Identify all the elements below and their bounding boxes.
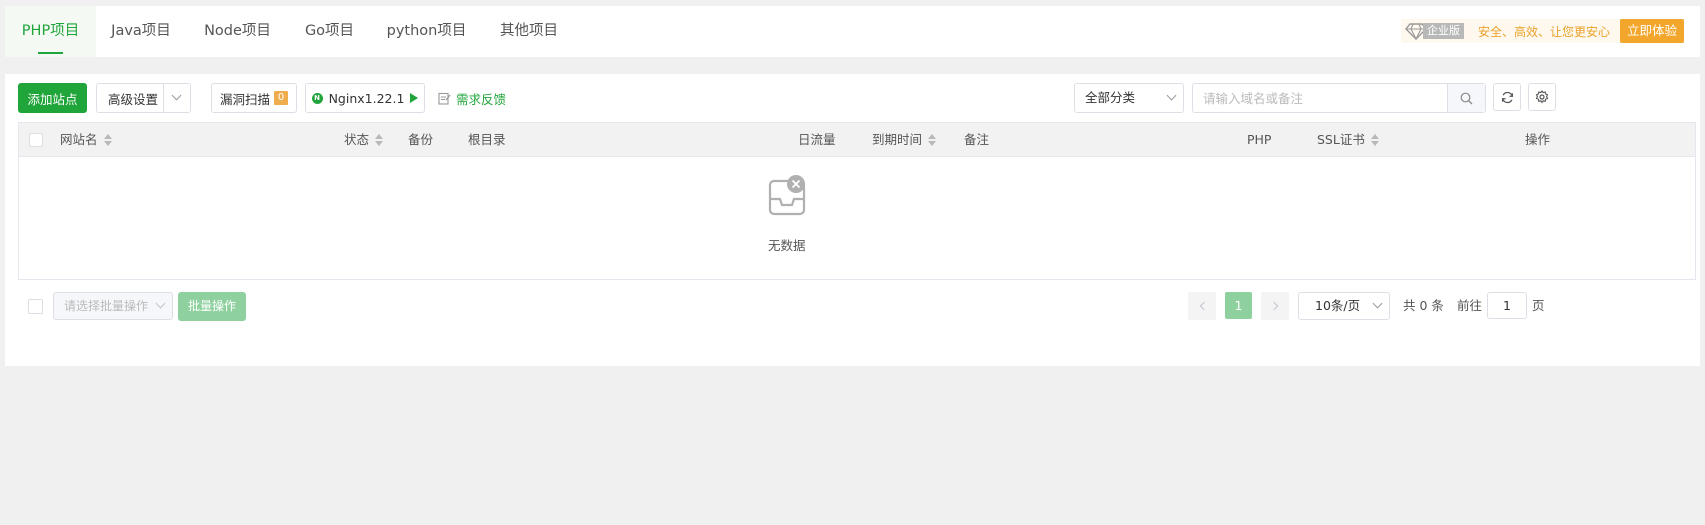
empty-box-icon <box>768 175 806 216</box>
site-search <box>1192 83 1486 113</box>
settings-button[interactable] <box>1528 83 1556 111</box>
active-tab-underline <box>38 52 63 54</box>
col-backup: 备份 <box>408 123 433 156</box>
feedback-label: 需求反馈 <box>456 91 507 107</box>
tab-php[interactable]: PHP项目 <box>5 6 96 57</box>
col-site-name[interactable]: 网站名 <box>60 123 112 156</box>
vuln-scan-label: 漏洞扫描 <box>219 91 270 107</box>
sort-icon <box>375 133 384 146</box>
add-site-button[interactable]: 添加站点 <box>18 83 87 113</box>
tab-node-label: Node项目 <box>204 23 271 39</box>
refresh-icon <box>1501 91 1513 103</box>
tab-other[interactable]: 其他项目 <box>483 6 575 57</box>
col-daily-traffic-label: 日流量 <box>798 132 836 147</box>
feedback-link[interactable]: 需求反馈 <box>438 83 506 113</box>
tab-go[interactable]: Go项目 <box>289 6 370 57</box>
footer-select-all-checkbox[interactable] <box>28 299 43 314</box>
tab-python[interactable]: python项目 <box>370 6 483 57</box>
select-all-checkbox[interactable] <box>29 133 43 147</box>
search-button[interactable] <box>1447 84 1485 112</box>
category-select[interactable]: 全部分类 <box>1074 83 1184 113</box>
site-list-panel: 添加站点 高级设置 漏洞扫描 0 N Nginx1.22.1 需求反馈 全部分类 <box>5 74 1700 366</box>
chevron-right-icon <box>1269 301 1278 311</box>
next-page-button[interactable] <box>1261 292 1289 320</box>
empty-state-text: 无数据 <box>768 238 806 253</box>
edition-label: 企业版 <box>1422 23 1464 39</box>
tab-java-label: Java项目 <box>111 23 171 39</box>
advanced-settings-label: 高级设置 <box>108 91 159 107</box>
play-icon <box>410 93 419 103</box>
vuln-count-badge: 0 <box>274 91 288 105</box>
col-action: 操作 <box>1525 123 1550 156</box>
col-php: PHP <box>1247 123 1271 156</box>
add-site-label: 添加站点 <box>27 91 78 107</box>
col-status[interactable]: 状态 <box>344 123 384 156</box>
goto-page-input[interactable]: 1 <box>1487 292 1527 319</box>
try-now-button[interactable]: 立即体验 <box>1619 19 1684 43</box>
site-table: 网站名 状态 备份 根目录 日流量 到期时间 备注 PHP SSL证书 操作 无… <box>18 122 1696 280</box>
col-expire[interactable]: 到期时间 <box>872 123 937 156</box>
edit-note-icon <box>438 92 451 105</box>
page-unit-label: 页 <box>1532 298 1545 313</box>
tab-go-label: Go项目 <box>304 23 355 39</box>
sort-icon <box>103 133 112 146</box>
tab-java[interactable]: Java项目 <box>96 6 186 57</box>
nginx-service-button[interactable]: N Nginx1.22.1 <box>305 83 425 113</box>
refresh-button[interactable] <box>1493 83 1521 111</box>
table-header: 网站名 状态 备份 根目录 日流量 到期时间 备注 PHP SSL证书 操作 <box>19 123 1695 157</box>
chevron-down-icon <box>1166 90 1177 101</box>
col-ssl-label: SSL证书 <box>1317 132 1365 147</box>
col-daily-traffic: 日流量 <box>798 123 836 156</box>
nginx-version-label: Nginx1.22.1 <box>328 90 405 106</box>
tab-python-label: python项目 <box>386 23 467 39</box>
split-divider <box>163 84 164 112</box>
sort-icon <box>928 133 937 146</box>
enterprise-badge: 企业版 <box>1401 19 1468 43</box>
chevron-down-icon <box>155 298 166 309</box>
search-icon <box>1460 92 1473 104</box>
search-input[interactable] <box>1193 84 1443 112</box>
col-site-name-label: 网站名 <box>60 132 98 147</box>
batch-action-button[interactable]: 批量操作 <box>178 292 246 321</box>
col-status-label: 状态 <box>344 132 370 147</box>
category-value: 全部分类 <box>1085 90 1136 105</box>
col-backup-label: 备份 <box>408 132 434 147</box>
page-size-value: 10条/页 <box>1315 298 1361 313</box>
col-action-label: 操作 <box>1525 132 1551 147</box>
page-size-select[interactable]: 10条/页 <box>1298 292 1390 320</box>
total-count: 共 0 条 <box>1403 298 1444 313</box>
batch-action-label: 批量操作 <box>187 299 236 313</box>
col-note: 备注 <box>964 123 989 156</box>
project-tabbar: PHP项目 Java项目 Node项目 Go项目 python项目 其他项目 企… <box>5 6 1700 57</box>
col-root-dir: 根目录 <box>468 123 506 156</box>
sort-icon <box>1370 133 1379 146</box>
vuln-scan-button[interactable]: 漏洞扫描 0 <box>211 83 297 113</box>
chevron-down-icon <box>171 90 182 101</box>
nginx-icon: N <box>311 92 323 104</box>
chevron-down-icon <box>1372 298 1383 309</box>
col-root-dir-label: 根目录 <box>468 132 506 147</box>
page-number-current[interactable]: 1 <box>1225 292 1252 319</box>
prev-page-button[interactable] <box>1188 292 1216 320</box>
advanced-settings-dropdown[interactable]: 高级设置 <box>96 83 191 113</box>
batch-action-placeholder: 请选择批量操作 <box>64 299 149 313</box>
chevron-left-icon <box>1199 301 1208 311</box>
batch-action-select[interactable]: 请选择批量操作 <box>53 292 173 320</box>
tab-node[interactable]: Node项目 <box>186 6 289 57</box>
col-note-label: 备注 <box>964 132 990 147</box>
gear-icon <box>1535 90 1549 104</box>
col-ssl[interactable]: SSL证书 <box>1317 123 1379 156</box>
promo-slogan: 安全、高效、让您更安心 <box>1477 24 1610 39</box>
tab-php-label: PHP项目 <box>21 23 80 39</box>
col-expire-label: 到期时间 <box>872 132 923 147</box>
enterprise-promo: 企业版 安全、高效、让您更安心 立即体验 <box>1400 19 1684 43</box>
tab-other-label: 其他项目 <box>500 23 558 39</box>
col-php-label: PHP <box>1247 132 1272 147</box>
goto-label: 前往 <box>1457 298 1483 313</box>
